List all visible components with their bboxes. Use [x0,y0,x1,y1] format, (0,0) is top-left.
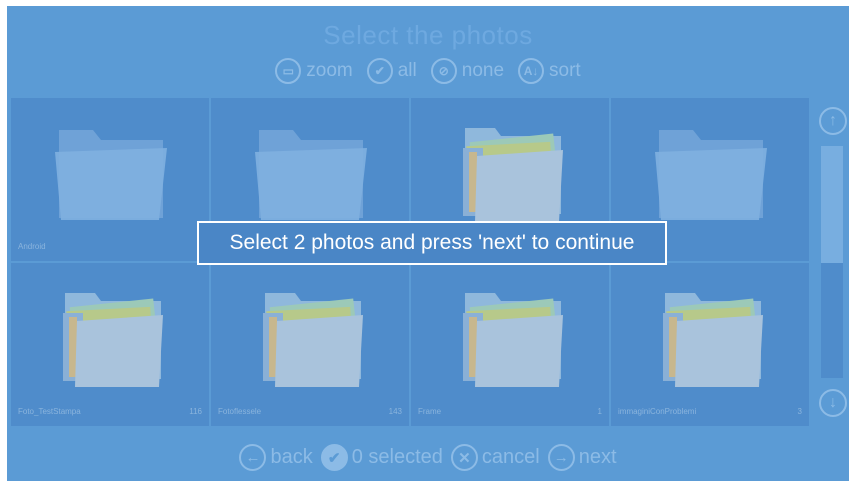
folder-name: immaginiConProblemi [618,407,697,416]
scroll-down-button[interactable]: ↓ [819,389,847,417]
folder-count: 1 [597,407,602,416]
bottom-bar: ← back ✔ 0 selected ✕ cancel → next [7,444,849,471]
sort-button[interactable]: A↓ sort [518,58,581,84]
folder-tile[interactable]: Fotoflessele 143 [211,263,409,426]
next-button[interactable]: → next [547,444,617,471]
folder-tile[interactable]: Foto_TestStampa 116 [11,263,209,426]
scroll-thumb[interactable] [821,146,843,263]
folder-count: 143 [388,407,402,416]
folder-tile[interactable]: Frame 1 [411,263,609,426]
folder-name: Foto_TestStampa [18,407,81,416]
zoom-button[interactable]: ▭ zoom [275,58,353,84]
folder-name: Fotoflessele [218,407,262,416]
toolbar: ▭ zoom ✔ all ⊘ none A↓ sort [7,58,849,84]
select-none-label: none [461,60,505,81]
folder-count: 116 [189,407,202,416]
select-all-button[interactable]: ✔ all [366,58,417,84]
select-all-label: all [397,60,417,81]
folder-tile[interactable]: Android [11,98,209,261]
back-button[interactable]: ← back [239,444,313,471]
scroll-up-button[interactable]: ↑ [819,107,847,135]
select-none-button[interactable]: ⊘ none [430,58,505,84]
arrow-down-icon: ↓ [829,394,837,411]
cancel-button[interactable]: ✕ cancel [450,444,540,471]
instruction-message: Select 2 photos and press 'next' to cont… [197,221,667,265]
close-icon: ✕ [450,444,478,471]
photo-picker-window: Select the photos ▭ zoom ✔ all ⊘ none A↓… [7,6,849,481]
checkmark-icon: ✔ [320,444,348,471]
folder-tile[interactable]: immaginiConProblemi 3 [611,263,809,426]
next-label: next [578,446,617,468]
sort-label: sort [549,60,581,81]
scroll-track[interactable] [821,146,843,378]
arrow-right-icon: → [547,444,575,471]
arrow-left-icon: ← [239,444,267,471]
select-all-icon: ✔ [366,58,393,84]
folder-name: Android [18,242,46,251]
back-label: back [270,446,313,468]
folder-name: Frame [418,407,442,416]
arrow-up-icon: ↑ [829,112,837,129]
folder-count: 3 [797,407,802,416]
select-none-icon: ⊘ [430,58,457,84]
sort-az-icon: A↓ [518,58,545,84]
selected-count: ✔ 0 selected [320,444,443,471]
selected-count-label: 0 selected [351,446,443,468]
zoom-icon: ▭ [275,58,302,84]
zoom-label: zoom [306,60,353,81]
cancel-label: cancel [481,446,540,468]
page-title: Select the photos [323,20,533,50]
